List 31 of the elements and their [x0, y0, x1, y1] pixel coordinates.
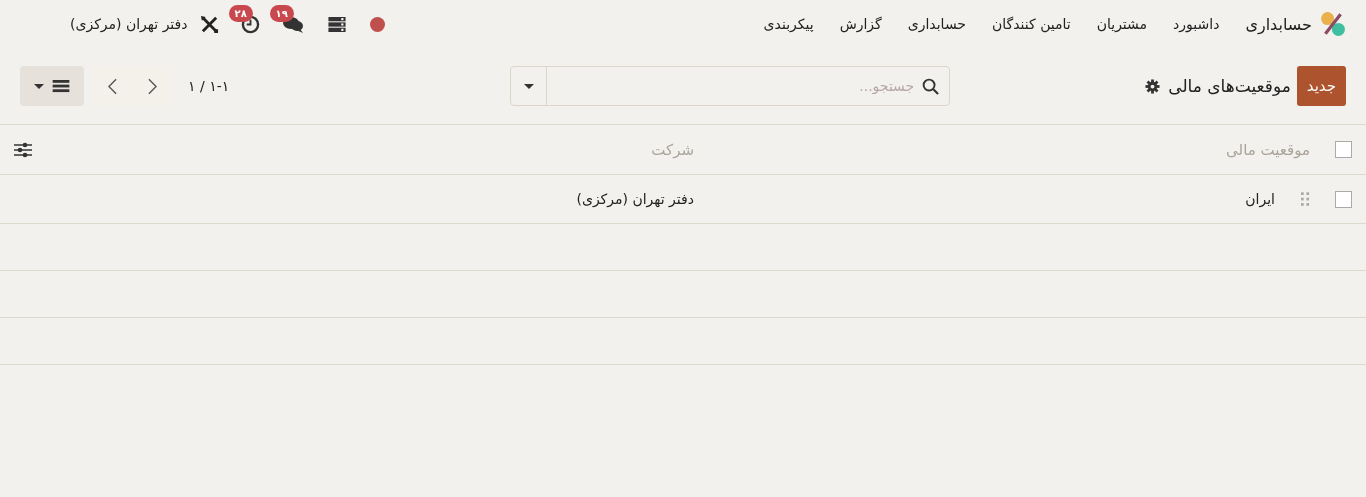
column-settings-icon[interactable] — [14, 141, 32, 158]
activity-count-badge: ۲۸ — [228, 4, 253, 22]
search-icon — [922, 77, 940, 95]
chevron-right-icon — [147, 77, 157, 95]
menu-item[interactable]: حسابداری — [907, 16, 967, 32]
menu-item[interactable]: مشتریان — [1096, 16, 1148, 32]
company-switcher[interactable]: دفتر تهران (مرکزی) — [70, 16, 188, 32]
message-count-badge: ۱۹ — [269, 5, 294, 22]
page-title: موقعیت‌های مالی — [1168, 76, 1291, 96]
menu-item[interactable]: پیکربندی — [763, 16, 814, 32]
menu-item[interactable]: گزارش — [839, 16, 882, 32]
logo-icon[interactable] — [1320, 11, 1346, 37]
tools-icon[interactable] — [199, 14, 219, 34]
server-icon[interactable] — [327, 16, 346, 32]
app-name[interactable]: حسابداری — [1245, 14, 1312, 34]
row-checkbox[interactable] — [1334, 190, 1352, 208]
new-button[interactable]: جدید — [1296, 66, 1346, 106]
table-cell: ایران — [1245, 191, 1275, 207]
chevron-left-icon — [107, 77, 117, 95]
search-bar[interactable]: جستجو... — [510, 66, 951, 106]
pager-value[interactable]: ۱-۱ / ۱ — [188, 78, 230, 94]
select-all-checkbox[interactable] — [1334, 141, 1352, 158]
search-field[interactable]: جستجو... — [557, 77, 917, 95]
menu-item[interactable]: داشبورد — [1173, 16, 1220, 32]
settings-icon[interactable] — [1145, 78, 1161, 94]
table-cell: دفتر تهران (مرکزی) — [576, 191, 694, 207]
list-view-button[interactable] — [20, 66, 84, 106]
list-icon — [52, 79, 70, 93]
status-dot[interactable] — [369, 16, 385, 32]
menu-item[interactable]: تامین کنندگان — [992, 16, 1071, 32]
drag-handle-icon[interactable] — [1301, 191, 1310, 207]
